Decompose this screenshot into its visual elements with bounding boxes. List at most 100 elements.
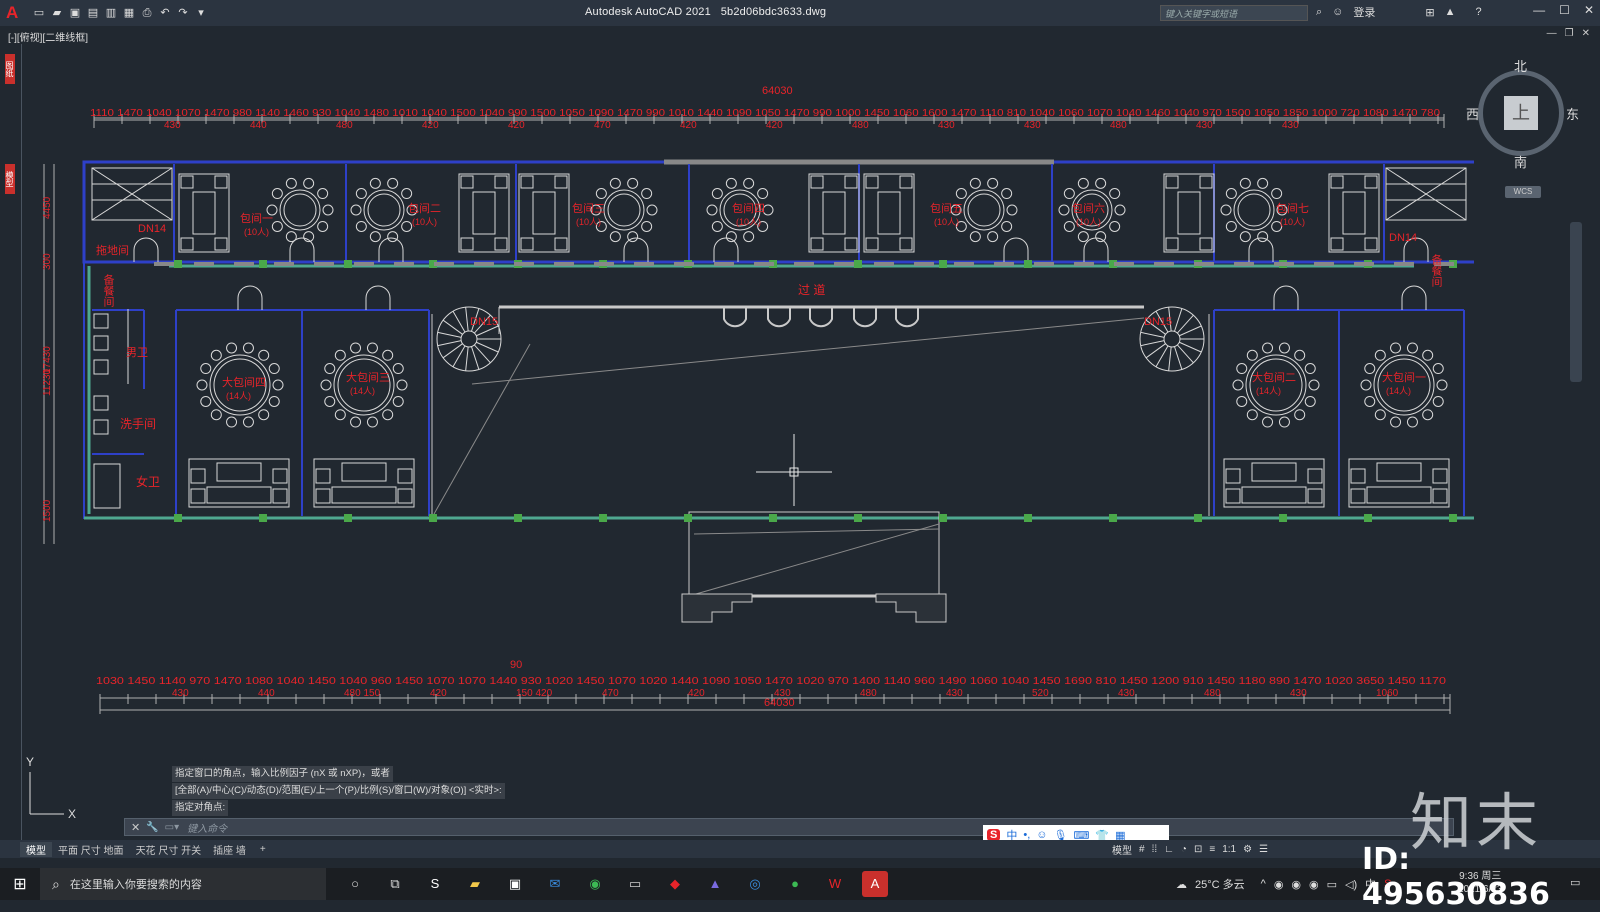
command-line[interactable]: ✕ 🔧 ▭▾ 键入命令 [124,818,1454,836]
viewcube-top-face[interactable]: 上 [1504,96,1538,130]
app-icon[interactable]: S [422,871,448,897]
autocad-logo-icon[interactable]: A [6,3,22,23]
drawing-canvas[interactable]: 64030 64030 90 1110 1470 1040 1070 1470 … [24,44,1474,764]
maximize-icon[interactable]: ☐ [1559,3,1570,17]
save-icon[interactable]: ▣ [68,6,82,20]
command-input[interactable]: 键入命令 [187,820,227,835]
room-label-women: 女卫 [136,474,160,489]
dimension-label: 480 150 [344,688,381,699]
task-view-icon[interactable]: ⧉ [382,871,408,897]
room-label-top-capacity: (10人) [576,217,601,227]
layout-tab-model[interactable]: 模型 [20,841,52,857]
app-icon[interactable]: ▭ [622,871,648,897]
cortana-icon[interactable]: ○ [342,871,368,897]
open-file-icon[interactable]: ▰ [50,6,64,20]
browser-icon[interactable]: ◎ [742,871,768,897]
room-label-large-capacity: (14人) [1256,386,1281,396]
watermark-id: ID: 495630836 [1362,842,1550,912]
mail-icon[interactable]: ✉ [542,871,568,897]
plot-preview-icon[interactable]: ▦ [122,6,136,20]
redo-icon[interactable]: ↷ [176,6,190,20]
layout-tab[interactable]: 天花 尺寸 开关 [130,842,208,857]
room-label-top: 包间四 [732,202,765,215]
viewcube-south[interactable]: 南 [1514,152,1527,171]
polar-icon[interactable]: ◔ [1181,844,1187,855]
weather-icon[interactable]: ☁ [1176,878,1187,891]
window-title: Autodesk AutoCAD 2021 5b2d06bdc3633.dwg [585,6,827,18]
search-icon[interactable]: ⌕ [1316,6,1322,19]
menu-icon[interactable]: ☰ [1259,844,1268,855]
room-label-spare: 备餐间 [1430,253,1443,288]
scale-button[interactable]: 1:1 [1222,844,1236,855]
minimize-icon[interactable]: — [1533,3,1545,17]
room-label-prep: 备餐间 [102,273,115,308]
file-explorer-icon[interactable]: ▰ [462,871,488,897]
autocad-taskbar-icon[interactable]: A [862,871,888,897]
viewport-label[interactable]: [-][俯视][二维线框] [8,29,88,44]
undo-icon[interactable]: ↶ [158,6,172,20]
network-icon[interactable]: ▭ [1327,878,1337,891]
viewcube-east[interactable]: 东 [1566,104,1579,123]
wcs-menu[interactable]: WCS [1505,186,1541,198]
dimension-label: 430 [774,688,791,699]
layout-tab[interactable]: 平面 尺寸 地面 [52,842,130,857]
model-space-button[interactable]: 模型 [1112,842,1132,857]
palette-tab[interactable]: 模型 [5,164,15,194]
dimension-label: 420 [430,688,447,699]
tray-app-icon[interactable]: ◉ [1274,878,1284,891]
volume-icon[interactable]: ◁) [1345,878,1357,891]
customize-dropdown-icon[interactable]: ▾ [194,6,208,20]
viewcube-west[interactable]: 西 [1466,104,1479,123]
drawing-close-icon[interactable]: ✕ [1582,28,1590,39]
recent-commands-icon[interactable]: ▭▾ [165,822,179,833]
store-icon[interactable]: ▣ [502,871,528,897]
dimension-label: 480 [1204,688,1221,699]
app-icon[interactable]: ◆ [662,871,688,897]
help-icon[interactable]: ? [1476,6,1482,18]
drawing-restore-icon[interactable]: ❐ [1565,28,1574,39]
lineweight-icon[interactable]: ≡ [1209,844,1215,855]
autodesk-app-icon[interactable]: ▲ [1445,6,1456,18]
navigation-bar[interactable] [1570,222,1582,382]
app-icon[interactable]: ▲ [702,871,728,897]
dimension-label: 470 [594,120,611,131]
layout-tab[interactable]: 插座 墙 [207,842,252,857]
taskbar-search[interactable]: ⌕ 在这里输入你要搜索的内容 [40,868,326,900]
room-label-large: 大包间三 [346,370,390,384]
quick-access-toolbar: ▭ ▰ ▣ ▤ ▥ ▦ ⎙ ↶ ↷ ▾ [32,6,208,20]
osnap-icon[interactable]: ⊡ [1194,844,1202,855]
tray-app-icon[interactable]: ◉ [1291,878,1301,891]
grid-icon[interactable]: # [1139,844,1145,855]
login-link[interactable]: 登录 [1353,4,1375,20]
ortho-icon[interactable]: ∟ [1164,844,1174,855]
command-history-line: 指定对角点: [172,800,229,816]
app-icon[interactable]: ◉ [582,871,608,897]
tray-expand-icon[interactable]: ^ [1261,878,1266,890]
corridor-label: 过 道 [798,283,825,297]
cart-icon[interactable]: ⊞ [1425,6,1434,19]
close-command-line-icon[interactable]: ✕ [131,821,140,834]
save-as-icon[interactable]: ▤ [86,6,100,20]
room-label-top-capacity: (10人) [1076,217,1101,227]
close-icon[interactable]: ✕ [1584,3,1594,17]
wps-icon[interactable]: W [822,871,848,897]
tray-app-icon[interactable]: ◉ [1309,878,1319,891]
snap-icon[interactable]: ⁞⁞ [1152,844,1158,855]
windows-start-icon[interactable]: ⊞ [0,874,40,894]
print-icon[interactable]: ⎙ [140,6,154,20]
viewcube[interactable]: 上 北 南 东 西 [1466,59,1579,172]
palette-tab[interactable]: 图纸 [5,54,15,84]
weather-text[interactable]: 25°C 多云 [1195,876,1245,892]
user-icon[interactable]: ☺ [1332,6,1343,18]
publish-icon[interactable]: ▥ [104,6,118,20]
search-input[interactable]: 键入关键字或短语 [1160,5,1308,21]
viewcube-north[interactable]: 北 [1514,56,1527,75]
settings-icon[interactable]: ⚙ [1243,844,1252,855]
customize-icon[interactable]: 🔧 [146,822,158,833]
wechat-icon[interactable]: ● [782,871,808,897]
dimension-label: 430 [1196,120,1213,131]
add-layout-icon[interactable]: + [260,844,266,855]
new-file-icon[interactable]: ▭ [32,6,46,20]
drawing-minimize-icon[interactable]: — [1547,28,1557,39]
dimension-label: 430 [1024,120,1041,131]
